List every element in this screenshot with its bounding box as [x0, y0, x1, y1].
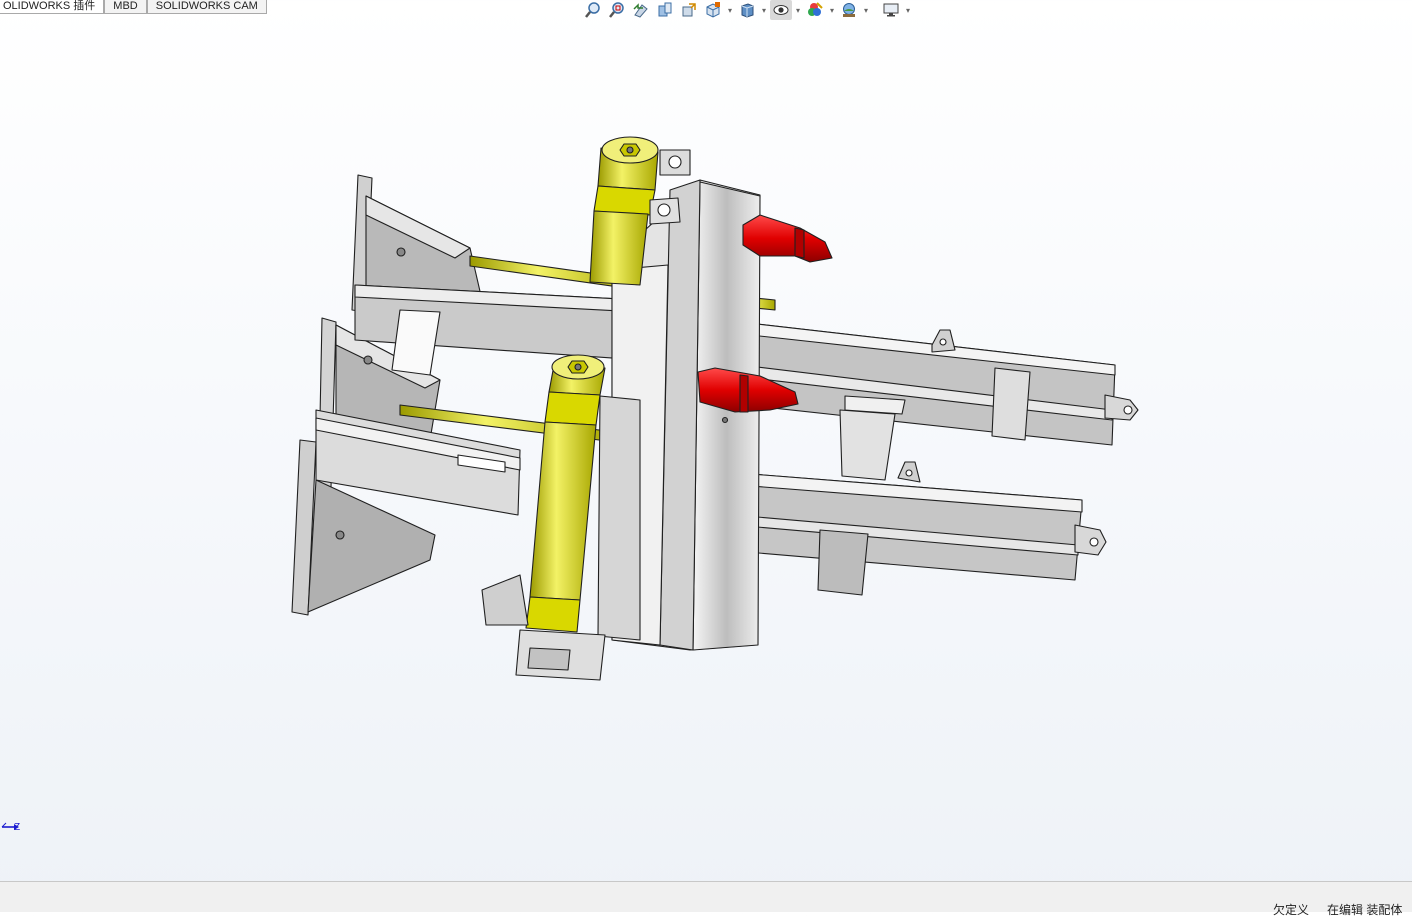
- triad-z-label: Z: [14, 822, 21, 833]
- apply-scene-button[interactable]: [838, 0, 860, 20]
- tab-solidworks-cam[interactable]: SOLIDWORKS CAM: [146, 0, 267, 14]
- edit-appearance-dropdown-icon[interactable]: ▾: [828, 6, 836, 15]
- reference-triad: Z: [0, 818, 30, 842]
- status-edit-mode: 在编辑 装配体: [1327, 903, 1403, 917]
- display-style-button[interactable]: [736, 0, 758, 20]
- graphics-area[interactable]: [0, 20, 1412, 880]
- view-settings-dropdown-icon[interactable]: ▾: [904, 6, 912, 15]
- view-settings-button[interactable]: [880, 0, 902, 20]
- previous-view-button[interactable]: [630, 0, 652, 20]
- assembly-model[interactable]: [0, 20, 1412, 880]
- zoom-to-fit-icon: [585, 2, 600, 18]
- tab-mbd[interactable]: MBD: [104, 0, 147, 14]
- zoom-to-fit-button[interactable]: [582, 0, 604, 20]
- display-style-dropdown-icon[interactable]: ▾: [760, 6, 768, 15]
- status-bar: 欠定义 在编辑 装配体: [0, 881, 1412, 917]
- display-style-icon: [741, 3, 754, 18]
- view-orientation-dropdown-icon[interactable]: ▾: [726, 6, 734, 15]
- hide-show-items-icon: [773, 5, 789, 15]
- dynamic-annotation-views-icon: [682, 3, 696, 17]
- view-settings-icon: [883, 3, 899, 17]
- apply-scene-icon: [843, 3, 855, 17]
- previous-view-icon: [633, 3, 648, 18]
- apply-scene-dropdown-icon[interactable]: ▾: [862, 6, 870, 15]
- status-definition: 欠定义: [1273, 903, 1310, 917]
- command-manager-tabs: OLIDWORKS 插件 MBD SOLIDWORKS CAM: [0, 0, 267, 15]
- heads-up-view-toolbar: ▾ ▾ ▾ ▾ ▾ ▾: [582, 0, 912, 20]
- edit-appearance-button[interactable]: [804, 0, 826, 20]
- tab-solidworks-addins[interactable]: OLIDWORKS 插件: [0, 0, 105, 14]
- view-orientation-icon: [706, 2, 720, 18]
- lower-hydraulic-cylinder: [481, 354, 606, 681]
- section-view-icon: [658, 2, 672, 17]
- view-orientation-button[interactable]: [702, 0, 724, 20]
- zoom-to-area-button[interactable]: [606, 0, 628, 20]
- section-view-button[interactable]: [654, 0, 676, 20]
- hide-show-dropdown-icon[interactable]: ▾: [794, 6, 802, 15]
- edit-appearance-icon: [808, 2, 823, 16]
- zoom-to-area-icon: [609, 2, 624, 18]
- hide-show-items-button[interactable]: [770, 0, 792, 20]
- dynamic-annotation-views-button[interactable]: [678, 0, 700, 20]
